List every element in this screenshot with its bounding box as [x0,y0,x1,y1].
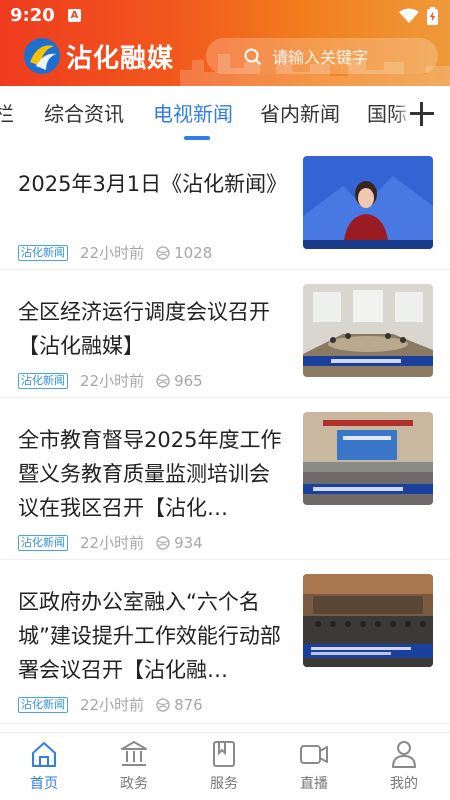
bottom-navigation: 首页 政务 服务 直播 我的 [0,732,450,800]
wifi-icon [399,8,419,23]
status-bar: 9:20 A [0,0,450,30]
view-count-value: 965 [174,371,203,390]
service-bookmark-icon [213,741,235,767]
view-count: 965 [156,372,203,390]
search-icon [244,48,262,66]
news-title[interactable]: 2025年3月1日《沾化新闻》 [18,167,287,201]
nav-government[interactable]: 政务 [99,739,169,793]
views-icon [156,697,170,712]
tab-provincial-news[interactable]: 省内新闻 [260,98,340,127]
app-header: 9:20 A 沾化融媒 请输入关键字 [0,0,450,86]
status-time: 9:20 [10,5,55,26]
view-count-value: 1028 [174,243,213,262]
app-logo: 沾化融媒 [22,36,174,76]
news-title[interactable]: 全市教育督导2025年度工作暨义务教育质量监测培训会议在我区召开【沾化… [18,423,286,525]
news-time: 22小时前 [80,244,145,262]
tab-partial[interactable]: 栏 [0,98,14,127]
tab-general-news[interactable]: 综合资讯 [44,98,124,127]
logo-text: 沾化融媒 [66,43,175,74]
nav-home[interactable]: 首页 [9,739,79,793]
category-badge: 沾化新闻 [18,372,68,389]
category-badge: 沾化新闻 [18,696,68,713]
nav-profile[interactable]: 我的 [369,739,439,793]
news-thumbnail-meeting-room[interactable] [303,284,433,377]
news-item[interactable]: 2025年3月1日《沾化新闻》 沾化新闻 22小时前 1028 [0,142,450,270]
news-thumbnail-meeting-stage[interactable] [303,574,433,667]
view-count: 934 [156,534,203,552]
battery-icon [427,7,438,25]
views-icon [156,373,170,388]
news-time: 22小时前 [80,372,145,390]
nav-live[interactable]: 直播 [279,739,349,793]
view-count: 1028 [156,244,212,262]
category-badge: 沾化新闻 [18,534,68,551]
news-item[interactable]: 全区经济运行调度会议召开【沾化融媒】 沾化新闻 22小时前 965 [0,270,450,398]
nav-home-label: 首页 [30,776,58,792]
news-meta: 沾化新闻 22小时前 876 [18,694,203,715]
news-item[interactable]: 区政府办公室融入“六个名城”建设提升工作效能行动部署会议召开【沾化融… 沾化新闻… [0,560,450,724]
news-title[interactable]: 区政府办公室融入“六个名城”建设提升工作效能行动部署会议召开【沾化融… [18,585,286,687]
nav-live-label: 直播 [300,776,328,792]
news-item[interactable]: 全市教育督导2025年度工作暨义务教育质量监测培训会议在我区召开【沾化… 沾化新… [0,398,450,560]
government-icon [121,741,147,766]
news-time: 22小时前 [80,534,145,552]
news-thumbnail-conference-screen[interactable] [303,412,433,505]
user-icon [392,741,416,768]
views-icon [156,535,170,550]
search-input[interactable]: 请输入关键字 [206,38,438,74]
news-meta: 沾化新闻 22小时前 934 [18,532,203,553]
news-thumbnail-tv-anchor[interactable] [303,156,433,249]
view-count: 876 [156,696,203,714]
logo-mark-icon [24,38,60,74]
category-badge: 沾化新闻 [18,244,68,261]
category-tabs: 栏 综合资讯 电视新闻 省内新闻 国际 [0,86,450,142]
views-icon [156,245,170,260]
home-icon [32,742,56,767]
view-count-value: 934 [174,533,203,552]
news-meta: 沾化新闻 22小时前 1028 [18,242,212,263]
search-placeholder: 请输入关键字 [272,48,369,67]
news-title[interactable]: 全区经济运行调度会议召开【沾化融媒】 [18,295,286,363]
plus-icon [410,102,434,126]
tab-tv-news[interactable]: 电视新闻 [153,98,233,127]
view-count-value: 876 [174,695,203,714]
notification-icon: A [68,9,81,22]
news-meta: 沾化新闻 22小时前 965 [18,370,203,391]
video-camera-icon [300,745,328,764]
add-channel-button[interactable] [394,86,450,142]
news-time: 22小时前 [80,696,145,714]
nav-government-label: 政务 [120,776,148,792]
nav-service[interactable]: 服务 [189,739,259,793]
nav-service-label: 服务 [210,776,238,792]
nav-profile-label: 我的 [390,776,418,792]
active-tab-indicator [184,136,210,140]
